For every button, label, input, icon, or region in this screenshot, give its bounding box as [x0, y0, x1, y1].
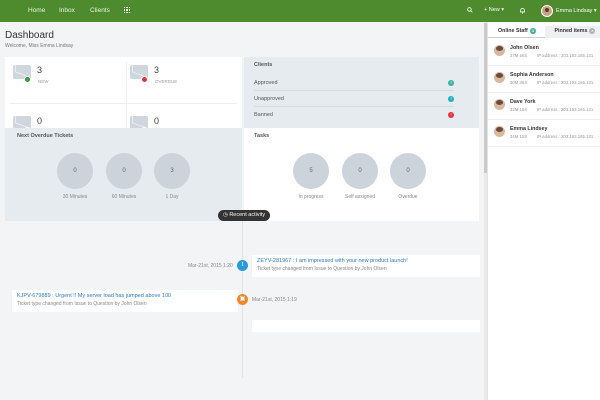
tab-label: Online Staff	[498, 28, 528, 34]
tasks-overdue[interactable]: 0	[390, 153, 426, 189]
staff-time: 27M 56S	[510, 53, 528, 58]
nav-inbox[interactable]: Inbox	[59, 7, 75, 14]
sidebar-tabs: Online Staff 4 Pinned items ×	[488, 26, 600, 38]
nav-clients[interactable]: Clients	[90, 7, 110, 14]
twitter-icon: t	[237, 260, 248, 271]
client-row-label: Unapproved	[254, 96, 284, 102]
staff-name: Sophia Anderson	[510, 72, 554, 78]
overdue-count-30m[interactable]: 0	[57, 153, 93, 189]
divider	[254, 90, 454, 91]
help-icon: ?	[448, 80, 454, 86]
tasks-self-assigned[interactable]: 0	[342, 153, 378, 189]
avatar	[494, 99, 505, 110]
recent-activity-label: Recent activity	[229, 212, 266, 218]
divider	[254, 106, 454, 107]
ticket-change-text: Ticket type changed from Issue to Questi…	[257, 266, 387, 272]
client-row-unapproved[interactable]: Unapproved ?	[254, 96, 454, 102]
ticket-link[interactable]: KJPV-679889 : Urgent !! My server load h…	[17, 293, 233, 299]
bell-icon[interactable]	[519, 7, 526, 14]
client-row-banned[interactable]: Banned !	[254, 112, 454, 118]
staff-item[interactable]: Emma Lindsey 34M 15S IP address : 203.19…	[488, 120, 600, 147]
status-dot	[24, 76, 31, 83]
staff-ip: IP address : 203.193.165.131	[537, 53, 594, 58]
ticket-change-text: Ticket type changed from Issue to Questi…	[17, 301, 147, 307]
tab-online-staff[interactable]: Online Staff 4	[488, 26, 545, 38]
right-sidebar: Online Staff 4 Pinned items × John Olsen 2…	[487, 22, 600, 400]
recent-activity-button[interactable]: ◷ Recent activity	[218, 210, 271, 221]
stat-overdue[interactable]: 3 OVERDUE	[125, 60, 235, 92]
client-row-label: Approved	[254, 80, 278, 86]
timeline-card[interactable]: KJPV-679889 : Urgent !! My server load h…	[12, 290, 238, 312]
divider	[10, 103, 237, 104]
stat-label: NEW	[38, 79, 49, 84]
stat-value: 3	[37, 65, 43, 75]
tasks-title: Tasks	[254, 133, 270, 139]
stat-new[interactable]: 3 NEW	[8, 60, 118, 92]
ticket-link[interactable]: ZEYV-281967 : I am impressed with your n…	[257, 258, 475, 264]
timeline-card[interactable]	[252, 320, 480, 332]
stat-value: 0	[154, 116, 160, 126]
help-icon: ?	[448, 96, 454, 102]
staff-item[interactable]: John Olsen 27M 56S IP address : 203.193.…	[488, 39, 600, 66]
avatar	[494, 126, 505, 137]
client-row-approved[interactable]: Approved ?	[254, 80, 454, 86]
tasks-caption: Overdue	[398, 194, 418, 200]
page-title: Dashboard	[5, 30, 54, 41]
tab-pinned-items[interactable]: Pinned items ×	[544, 26, 600, 38]
search-icon[interactable]	[467, 7, 473, 13]
staff-time: 32M 15S	[510, 107, 528, 112]
staff-ip: IP address : 203.193.165.131	[537, 80, 594, 85]
count-badge: 4	[529, 28, 536, 34]
avatar	[494, 72, 505, 83]
user-avatar	[541, 5, 553, 17]
overdue-count-60m[interactable]: 0	[106, 153, 142, 189]
overdue-title: Next Overdue Tickets	[17, 133, 74, 139]
close-icon[interactable]: ×	[589, 28, 596, 34]
page-subtitle: Welcome, Miss Emma Lindsay	[5, 43, 74, 49]
staff-time: 30M 36S	[510, 80, 528, 85]
staff-item[interactable]: Sophia Anderson 30M 36S IP address : 203…	[488, 66, 600, 93]
top-navbar: Home Inbox Clients + New ▾ Emma Lindsay …	[0, 0, 600, 22]
staff-time: 34M 15S	[510, 134, 528, 139]
user-name: Emma Lindsay ▾	[556, 8, 597, 14]
user-menu[interactable]: Emma Lindsay ▾	[541, 4, 597, 18]
staff-ip: IP address : 203.193.165.131	[537, 107, 594, 112]
overdue-caption: 1 Day	[165, 194, 179, 200]
overdue-tickets-panel: Next Overdue Tickets 0 30 Minutes 0 60 M…	[5, 128, 242, 221]
stat-value: 0	[37, 116, 43, 126]
staff-name: Emma Lindsey	[510, 126, 548, 132]
staff-name: Dave York	[510, 99, 536, 105]
tab-label: Pinned items	[554, 28, 588, 34]
stat-value: 3	[154, 65, 160, 75]
apps-grid-icon[interactable]	[124, 7, 130, 13]
timeline-date: Mar-21st, 2015 1:20	[188, 263, 233, 269]
client-row-label: Banned	[254, 112, 273, 118]
new-button[interactable]: + New ▾	[484, 7, 504, 13]
avatar	[494, 45, 505, 56]
clients-title: Clients	[254, 62, 273, 68]
ticket-icon: ▣	[237, 294, 248, 305]
staff-ip: IP address : 203.193.165.131	[537, 134, 594, 139]
status-dot	[141, 76, 148, 83]
staff-item[interactable]: Dave York 32M 15S IP address : 203.193.1…	[488, 93, 600, 120]
nav-home[interactable]: Home	[28, 7, 45, 14]
tasks-panel: Tasks 5 In progress 0 Self assigned 0 Ov…	[244, 128, 479, 221]
staff-name: John Olsen	[510, 45, 539, 51]
tasks-in-progress[interactable]: 5	[293, 153, 329, 189]
timeline-card[interactable]: ZEYV-281967 : I am impressed with your n…	[252, 255, 480, 277]
overdue-count-1d[interactable]: 3	[154, 153, 190, 189]
stat-label: OVERDUE	[155, 79, 178, 84]
timeline-date: Mar-21st, 2015 1:19	[252, 297, 297, 303]
alert-icon: !	[448, 112, 454, 118]
